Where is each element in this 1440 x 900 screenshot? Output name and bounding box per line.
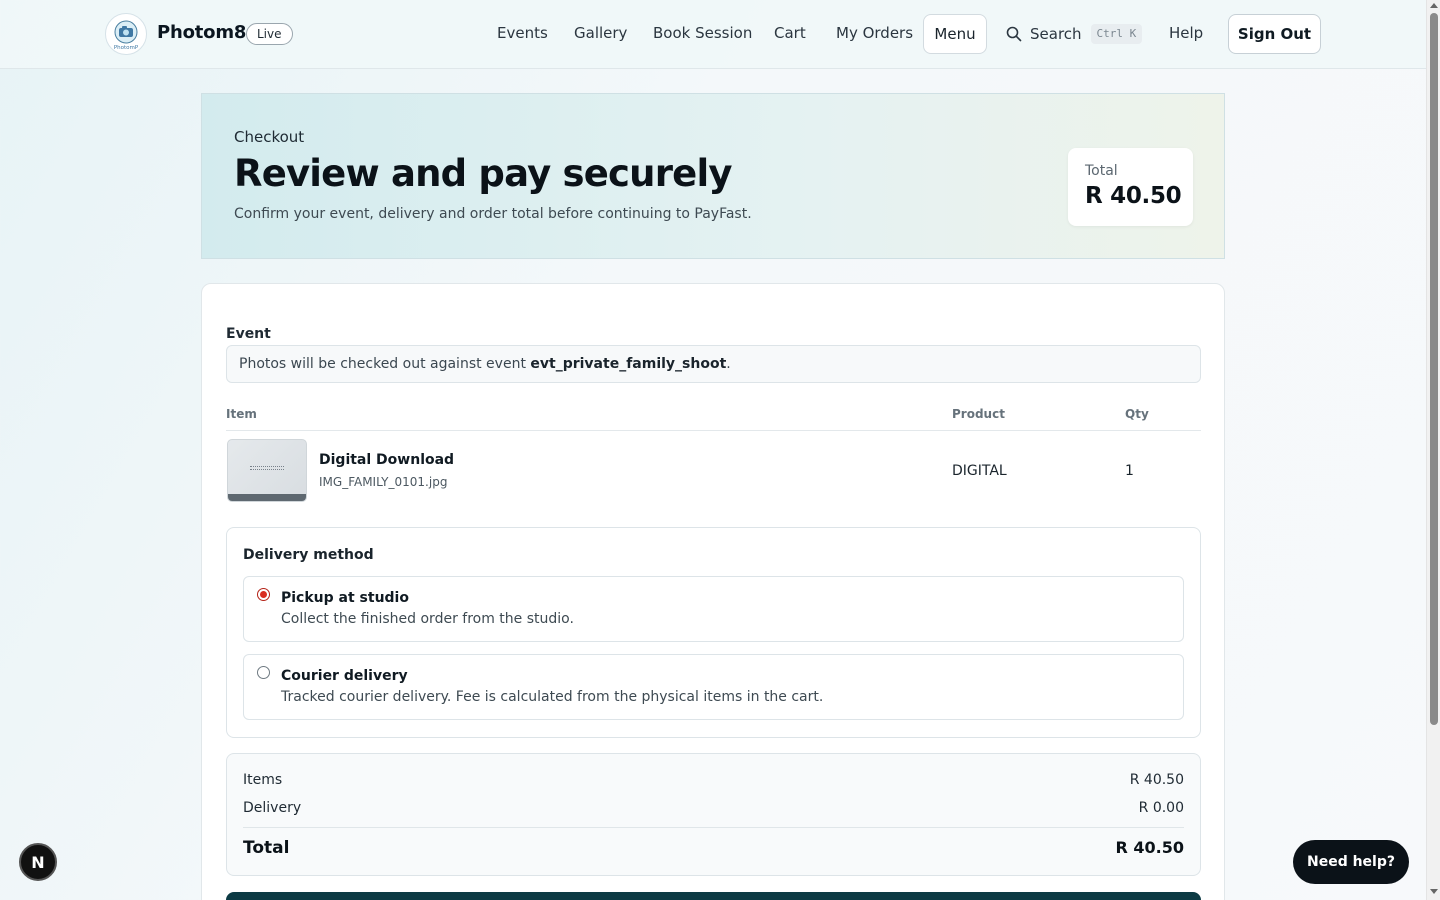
summary-divider — [243, 827, 1184, 828]
scroll-up-arrow-icon[interactable] — [1430, 3, 1438, 8]
delivery-option-title: Courier delivery — [281, 668, 408, 684]
search-button[interactable]: Search Ctrl K — [1006, 22, 1143, 46]
delivery-option-courier[interactable]: Courier delivery Tracked courier deliver… — [243, 654, 1184, 720]
event-text-suffix: . — [726, 356, 731, 372]
brand-logo[interactable]: PhotomP — [105, 13, 147, 55]
logo-caption: PhotomP — [114, 45, 139, 51]
column-header-product: Product — [952, 407, 1005, 421]
item-title: Digital Download — [319, 452, 455, 468]
item-filename: IMG_FAMILY_0101.jpg — [319, 475, 448, 489]
event-text-prefix: Photos will be checked out against event — [239, 356, 531, 372]
order-summary: Items R 40.50 Delivery R 0.00 Total R 40… — [226, 753, 1201, 876]
search-label: Search — [1030, 25, 1082, 43]
brand-name[interactable]: Photom8 — [157, 22, 246, 43]
column-header-item: Item — [226, 407, 257, 421]
hero-total-value: R 40.50 — [1085, 183, 1182, 209]
nav-help[interactable]: Help — [1169, 24, 1203, 42]
item-product: DIGITAL — [952, 463, 1007, 479]
live-badge: Live — [246, 23, 293, 45]
delivery-option-title: Pickup at studio — [281, 590, 409, 606]
hero-subtitle: Confirm your event, delivery and order t… — [234, 206, 752, 222]
item-qty: 1 — [1125, 463, 1134, 479]
summary-delivery-label: Delivery — [243, 800, 302, 816]
dev-tools-badge[interactable]: N — [19, 843, 57, 881]
delivery-option-pickup[interactable]: Pickup at studio Collect the finished or… — [243, 576, 1184, 642]
sign-out-button[interactable]: Sign Out — [1228, 14, 1321, 54]
camera-logo-icon: PhotomP — [114, 20, 139, 51]
pay-button[interactable] — [226, 892, 1201, 900]
summary-delivery-value: R 0.00 — [1138, 800, 1184, 816]
summary-total-label: Total — [243, 838, 290, 858]
search-icon — [1006, 26, 1022, 42]
search-shortcut: Ctrl K — [1090, 24, 1143, 44]
nav-cart[interactable]: Cart — [774, 24, 806, 42]
page-scrollbar[interactable] — [1426, 0, 1440, 900]
delivery-title: Delivery method — [243, 547, 374, 563]
nav-book-session[interactable]: Book Session — [653, 24, 752, 42]
delivery-method-section: Delivery method Pickup at studio Collect… — [226, 527, 1201, 738]
summary-items-label: Items — [243, 772, 283, 788]
column-header-qty: Qty — [1125, 407, 1149, 421]
checkout-card: Event Photos will be checked out against… — [201, 283, 1225, 900]
summary-total-value: R 40.50 — [1115, 838, 1185, 857]
menu-button[interactable]: Menu — [923, 14, 987, 54]
hero-eyebrow: Checkout — [234, 128, 305, 146]
hero-total-card: Total R 40.50 — [1068, 148, 1193, 226]
page-title: Review and pay securely — [234, 152, 732, 195]
delivery-option-description: Tracked courier delivery. Fee is calcula… — [281, 689, 824, 705]
hero-total-label: Total — [1085, 163, 1118, 179]
nav-my-orders[interactable]: My Orders — [836, 24, 913, 42]
need-help-button[interactable]: Need help? — [1293, 840, 1409, 884]
table-divider — [226, 430, 1201, 431]
event-info-box: Photos will be checked out against event… — [226, 345, 1201, 383]
summary-items-value: R 40.50 — [1129, 772, 1184, 788]
event-label: Event — [226, 326, 271, 342]
checkout-hero: Checkout Review and pay securely Confirm… — [201, 93, 1225, 259]
pickup-radio[interactable] — [257, 588, 270, 601]
scrollbar-thumb[interactable] — [1430, 13, 1438, 725]
nav-gallery[interactable]: Gallery — [574, 24, 627, 42]
delivery-option-description: Collect the finished order from the stud… — [281, 611, 574, 627]
event-id: evt_private_family_shoot — [530, 356, 727, 372]
item-thumbnail — [227, 439, 307, 502]
scroll-down-arrow-icon[interactable] — [1430, 889, 1438, 894]
courier-radio[interactable] — [257, 666, 270, 679]
nav-events[interactable]: Events — [497, 24, 548, 42]
top-navbar: PhotomP Photom8 Live Events Gallery Book… — [0, 0, 1426, 69]
